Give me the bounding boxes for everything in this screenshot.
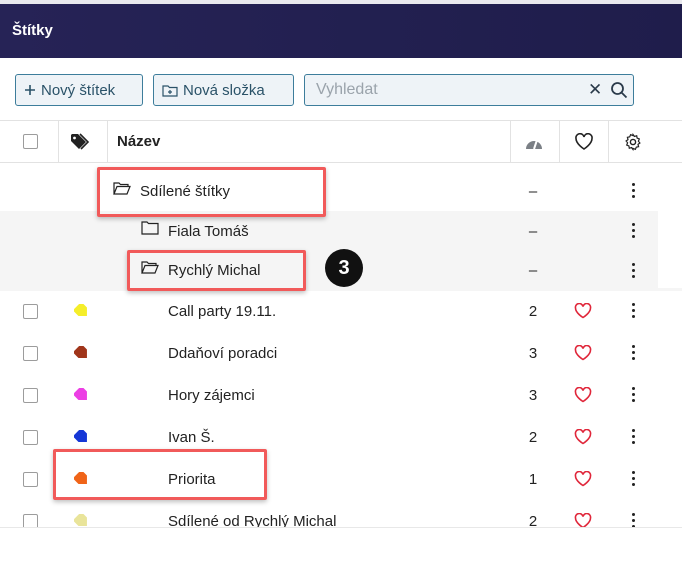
tag-color-icon xyxy=(72,301,90,318)
divider xyxy=(0,527,682,528)
name-column-header[interactable]: Název xyxy=(117,133,160,150)
more-options-icon[interactable] xyxy=(630,429,636,445)
more-options-icon[interactable] xyxy=(630,471,636,487)
more-options-icon[interactable] xyxy=(630,345,636,361)
dialog-titlebar: Štítky xyxy=(0,4,682,58)
tag-shape xyxy=(72,385,87,400)
folder-name: Fiala Tomáš xyxy=(168,223,249,240)
clear-search-icon[interactable]: ✕ xyxy=(588,81,604,99)
toolbar: Nový štítek Nová složka ✕ xyxy=(0,58,682,120)
tag-color-icon xyxy=(72,343,90,360)
favorite-heart-icon[interactable] xyxy=(574,302,592,319)
row-checkbox[interactable] xyxy=(23,514,38,527)
tag-count: – xyxy=(528,183,538,200)
highlight-box xyxy=(97,167,326,217)
folder-icon xyxy=(141,221,159,235)
tag-name: Sdílené od Rychlý Michal xyxy=(168,513,337,527)
list-item[interactable]: Call party 19.11. 2 xyxy=(0,291,682,331)
tag-count: 3 xyxy=(528,387,538,404)
new-folder-label: Nová složka xyxy=(183,81,265,99)
list-item[interactable]: Fiala Tomáš – xyxy=(0,211,682,251)
row-checkbox[interactable] xyxy=(23,346,38,361)
table-header: Název xyxy=(0,120,682,163)
tag-count: – xyxy=(528,223,538,240)
divider xyxy=(510,121,511,163)
tag-color-icon xyxy=(72,427,90,444)
tag-name: Ivan Š. xyxy=(168,429,215,446)
favorite-heart-icon[interactable] xyxy=(574,386,592,403)
divider xyxy=(559,121,560,163)
more-options-icon[interactable] xyxy=(630,263,636,279)
favorite-header-icon[interactable] xyxy=(574,132,594,156)
divider xyxy=(58,121,59,163)
tag-count: – xyxy=(528,262,538,279)
highlight-box xyxy=(53,449,267,500)
settings-gear-icon[interactable] xyxy=(624,133,642,156)
tag-shape xyxy=(72,343,87,358)
favorite-heart-icon[interactable] xyxy=(574,470,592,487)
more-options-icon[interactable] xyxy=(630,223,636,239)
search-icon[interactable] xyxy=(610,81,628,99)
tag-color-icon xyxy=(72,511,90,527)
favorite-heart-icon[interactable] xyxy=(574,428,592,445)
highlight-box xyxy=(127,250,306,291)
list-item[interactable]: Hory zájemci 3 xyxy=(0,375,682,415)
tag-name: Ddaňoví poradci xyxy=(168,345,278,362)
plus-icon xyxy=(24,84,36,96)
new-tag-button[interactable]: Nový štítek xyxy=(15,74,143,106)
dialog-title: Štítky xyxy=(12,22,53,39)
divider xyxy=(107,121,108,163)
select-all-checkbox[interactable] xyxy=(23,134,38,149)
tag-color-icon xyxy=(72,385,90,402)
search-input[interactable] xyxy=(306,76,576,104)
row-checkbox[interactable] xyxy=(23,430,38,445)
row-checkbox[interactable] xyxy=(23,472,38,487)
tag-count: 2 xyxy=(528,429,538,446)
tag-header-icon xyxy=(70,133,92,156)
step-number-badge: 3 xyxy=(325,249,363,287)
tag-shape xyxy=(72,427,87,442)
tag-count: 1 xyxy=(528,471,538,488)
usage-gauge-icon[interactable] xyxy=(524,133,544,156)
tag-name: Hory zájemci xyxy=(168,387,255,404)
search-box: ✕ xyxy=(304,74,634,106)
new-folder-button[interactable]: Nová složka xyxy=(153,74,294,106)
more-options-icon[interactable] xyxy=(630,183,636,199)
scroll-gutter xyxy=(658,164,682,288)
favorite-heart-icon[interactable] xyxy=(574,512,592,527)
favorite-heart-icon[interactable] xyxy=(574,344,592,361)
tag-count: 2 xyxy=(528,513,538,527)
tag-name: Call party 19.11. xyxy=(168,303,277,320)
list-item[interactable]: Sdílené od Rychlý Michal 2 xyxy=(0,501,682,527)
tag-shape xyxy=(72,511,87,526)
more-options-icon[interactable] xyxy=(630,513,636,527)
divider xyxy=(608,121,609,163)
list-item[interactable]: Ddaňoví poradci 3 xyxy=(0,333,682,373)
row-checkbox[interactable] xyxy=(23,304,38,319)
tag-shape xyxy=(72,301,87,316)
tag-count: 3 xyxy=(528,345,538,362)
folder-plus-icon xyxy=(162,84,178,97)
more-options-icon[interactable] xyxy=(630,387,636,403)
tag-count: 2 xyxy=(528,303,538,320)
new-tag-label: Nový štítek xyxy=(41,81,116,99)
more-options-icon[interactable] xyxy=(630,303,636,319)
row-checkbox[interactable] xyxy=(23,388,38,403)
